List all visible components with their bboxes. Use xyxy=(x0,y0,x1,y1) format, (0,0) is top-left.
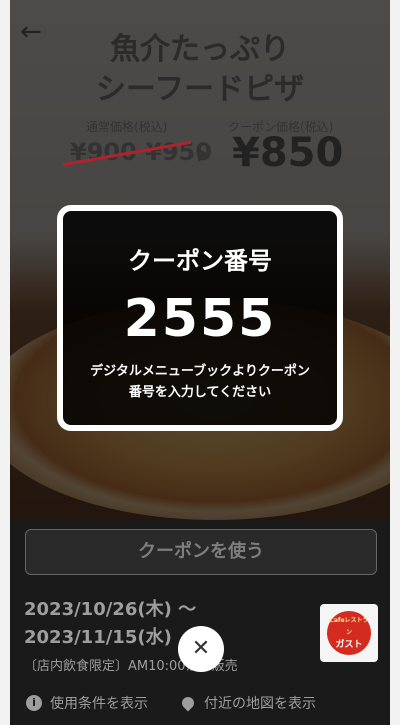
validity-period: 2023/10/26(木) 〜 2023/11/15(水) xyxy=(24,596,196,652)
info-icon: i xyxy=(26,695,42,711)
validity-start: 2023/10/26(木) 〜 xyxy=(24,599,197,620)
logo-text: ガスト xyxy=(335,640,363,650)
map-label: 付近の地図を表示 xyxy=(204,696,316,712)
regular-price-label: 通常価格(税込) xyxy=(86,120,168,134)
modal-title: クーポン番号 xyxy=(128,247,272,275)
arrow-right-icon xyxy=(198,148,210,162)
coupon-number: 2555 xyxy=(123,289,277,349)
terms-label: 使用条件を表示 xyxy=(50,696,148,712)
brand-logo: Cafeレストラン ガスト xyxy=(320,604,378,662)
logo-subtext: Cafeレストラン xyxy=(329,617,369,636)
show-terms-link[interactable]: i 使用条件を表示 xyxy=(26,693,148,713)
use-coupon-button[interactable]: クーポンを使う xyxy=(25,529,377,575)
coupon-number-modal: クーポン番号 2555 デジタルメニューブックよりクーポン番号を入力してください xyxy=(57,205,343,431)
modal-message: デジタルメニューブックよりクーポン番号を入力してください xyxy=(90,364,310,400)
close-modal-button[interactable]: ✕ xyxy=(178,626,224,672)
validity-end: 2023/11/15(水) xyxy=(24,627,172,648)
coupon-price: ¥850 xyxy=(232,130,344,176)
close-icon: ✕ xyxy=(191,636,211,661)
map-pin-icon xyxy=(179,694,197,712)
show-map-link[interactable]: 付近の地図を表示 xyxy=(179,693,316,713)
coupon-title-line1: 魚介たっぷり xyxy=(110,32,290,67)
logo-circle: Cafeレストラン ガスト xyxy=(327,611,371,655)
coupon-title-line2: シーフードピザ xyxy=(95,72,305,107)
